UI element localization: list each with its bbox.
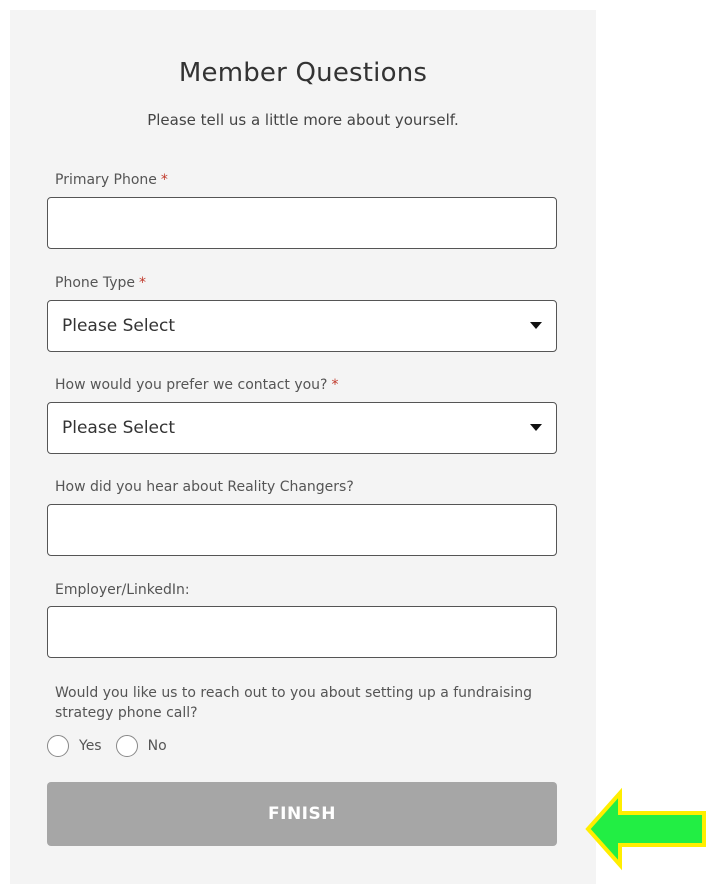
phone-type-selected: Please Select: [62, 316, 176, 336]
required-marker: *: [160, 172, 168, 188]
primary-phone-input[interactable]: [47, 197, 557, 249]
employer-input[interactable]: [47, 606, 557, 658]
radio-yes-label: Yes: [79, 738, 102, 754]
required-marker: *: [331, 377, 339, 393]
member-questions-panel: Member Questions Please tell us a little…: [10, 10, 596, 884]
referral-source-input[interactable]: [47, 504, 557, 556]
radio-no-label: No: [147, 738, 167, 754]
primary-phone-label-text: Primary Phone: [55, 172, 157, 188]
caret-down-icon: [530, 424, 542, 431]
contact-preference-label-text: How would you prefer we contact you?: [55, 377, 328, 393]
page-subtitle: Please tell us a little more about yours…: [147, 111, 459, 129]
strategy-call-options: Yes No: [47, 734, 181, 758]
employer-label: Employer/LinkedIn:: [55, 582, 190, 598]
phone-type-label-text: Phone Type: [55, 275, 135, 291]
phone-type-select[interactable]: Please Select: [47, 300, 557, 352]
radio-yes[interactable]: [47, 735, 69, 757]
strategy-call-question: Would you like us to reach out to you ab…: [55, 685, 532, 721]
referral-source-label: How did you hear about Reality Changers?: [55, 479, 354, 495]
arrow-left-icon: [585, 787, 706, 871]
referral-source-label-text: How did you hear about Reality Changers?: [55, 479, 354, 495]
primary-phone-label: Primary Phone *: [55, 172, 168, 188]
contact-preference-selected: Please Select: [62, 418, 176, 438]
page-title: Member Questions: [178, 58, 428, 88]
radio-no[interactable]: [115, 735, 138, 757]
contact-preference-select[interactable]: Please Select: [47, 402, 557, 454]
contact-preference-label: How would you prefer we contact you? *: [55, 377, 339, 393]
phone-type-label: Phone Type *: [55, 275, 146, 291]
required-marker: *: [138, 275, 146, 291]
finish-button[interactable]: FINISH: [47, 782, 557, 846]
employer-label-text: Employer/LinkedIn:: [55, 582, 190, 598]
caret-down-icon: [530, 322, 542, 329]
